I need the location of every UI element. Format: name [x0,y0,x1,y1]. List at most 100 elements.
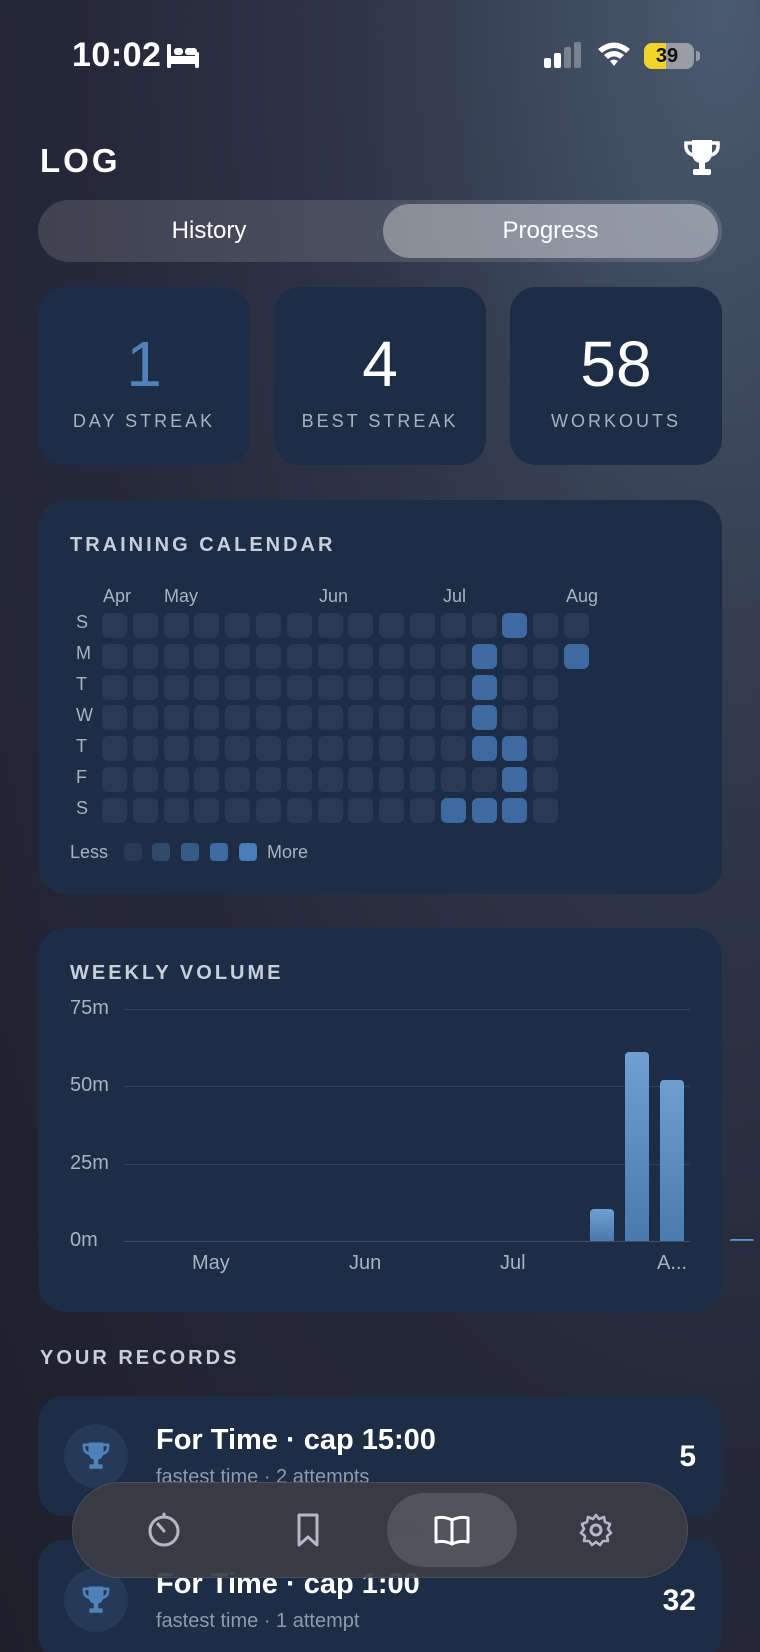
calendar-day-cell [194,643,220,669]
calendar-day-cell [348,797,374,823]
calendar-day-cell [102,767,127,792]
y-tick-label: 0m [70,1229,98,1251]
calendar-day-cell [225,767,251,792]
legend-swatch [210,843,228,861]
legend-more: More [267,842,309,862]
record-trophy-badge [64,1424,128,1488]
calendar-day-cell [410,736,435,762]
best-streak-label: BEST STREAK [301,411,459,431]
calendar-day-cell [440,797,466,823]
trophy-icon [684,140,720,175]
calendar-day-cell [163,797,189,823]
day-label: T [76,736,87,756]
calendar-day-cell [132,643,158,669]
gear-icon [579,1513,613,1547]
calendar-day-cell [471,613,497,638]
calendar-day-cell [317,643,343,669]
day-label: W [76,705,93,725]
tab-saved[interactable] [243,1493,373,1567]
month-label: Jul [443,586,467,606]
record-count: 32 [662,1584,696,1617]
volume-bar [589,1208,614,1241]
calendar-day-cell [286,736,312,762]
x-tick-label: May [192,1252,230,1274]
calendar-day-cell [348,767,374,792]
page-title: LOG [40,142,121,179]
calendar-day-cell [440,613,466,638]
x-tick-label: A... [657,1252,688,1274]
calendar-day-cell [256,705,281,731]
volume-bar [730,1239,755,1241]
month-label: May [164,586,199,606]
calendar-day-cell [132,613,158,638]
calendar-day-cell [440,643,466,669]
gridline [124,1086,690,1087]
calendar-day-cell [471,705,497,731]
tab-timer[interactable] [99,1493,229,1567]
calendar-day-cell [286,705,312,731]
calendar-day-cell [256,736,281,762]
calendar-day-cell [102,797,127,823]
tab-log[interactable] [387,1493,517,1567]
calendar-day-cell [163,613,189,638]
calendar-day-cell [286,613,312,638]
calendar-day-cell [533,613,559,638]
workouts-card: 58 WORKOUTS [510,287,722,465]
calendar-day-cell [440,767,466,792]
calendar-day-cell [410,613,435,638]
calendar-day-cell [194,613,220,638]
calendar-day-cell [256,767,281,792]
day-label: T [76,674,87,694]
x-axis-line [124,1241,690,1242]
timer-icon [148,1512,180,1547]
y-tick-label: 75m [70,997,109,1019]
tab-history[interactable]: History [42,204,376,258]
calendar-day-cell [379,736,405,762]
bookmark-icon [297,1513,319,1547]
tab-progress[interactable]: Progress [383,204,718,258]
trophy-icon [82,1586,110,1613]
calendar-day-cell [502,736,528,762]
calendar-day-cell [410,767,435,792]
calendar-day-cell [502,674,528,700]
calendar-day-cell [379,613,405,638]
record-subtitle: fastest time · 1 attempt [156,1610,360,1632]
calendar-day-cell [163,705,189,731]
calendar-day-cell [225,797,251,823]
x-tick-label: Jun [349,1252,382,1274]
tab-settings[interactable] [531,1493,661,1567]
calendar-day-cell [194,705,220,731]
calendar-day-cell [379,767,405,792]
calendar-day-cell [502,767,528,792]
calendar-day-cell [256,674,281,700]
legend-swatch [239,843,257,861]
calendar-day-cell [102,736,127,762]
calendar-day-cell [132,797,158,823]
calendar-day-cell [440,705,466,731]
calendar-day-cell [471,674,497,700]
volume-bar [660,1080,684,1241]
day-streak-label: DAY STREAK [72,411,216,431]
trophy-button[interactable] [684,138,720,178]
calendar-day-cell [471,736,497,762]
calendar-day-cell [533,736,559,762]
calendar-day-cell [286,797,312,823]
trophy-icon [82,1442,110,1469]
calendar-day-cell [533,643,559,669]
best-streak-card: 4 BEST STREAK [274,287,486,465]
month-label: Aug [566,586,599,606]
status-bar: 10:02 39 [0,0,760,110]
battery-indicator: 39 [644,43,694,69]
calendar-day-cell [348,613,374,638]
bottom-tab-bar [72,1482,688,1578]
x-tick-label: Jul [500,1252,526,1274]
wifi-icon [598,42,630,66]
calendar-day-cell [502,613,528,638]
status-time: 10:02 [72,36,162,74]
calendar-day-cell [225,643,251,669]
calendar-day-cell [317,767,343,792]
calendar-day-cell [102,674,127,700]
calendar-day-cell [410,705,435,731]
calendar-day-cell [102,643,127,669]
calendar-day-cell [379,705,405,731]
